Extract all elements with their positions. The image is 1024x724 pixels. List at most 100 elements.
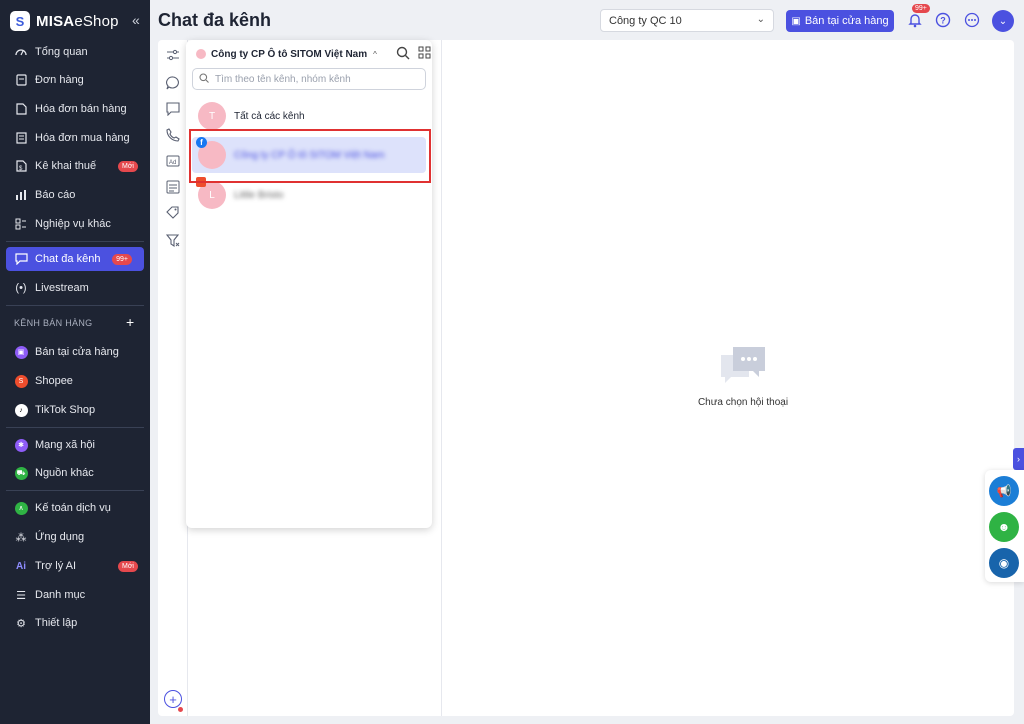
sidebar-item-label: Trợ lý AI bbox=[35, 560, 77, 572]
sidebar-item-label: Đơn hàng bbox=[35, 74, 84, 86]
sidebar-item-catalog[interactable]: ☰ Danh mục bbox=[6, 583, 144, 607]
svg-text:Ad: Ad bbox=[169, 160, 176, 166]
sell-in-store-button[interactable]: ▣ Bán tại cửa hàng bbox=[786, 10, 894, 32]
company-select[interactable]: Công ty QC 10 ⌄ bbox=[600, 9, 774, 32]
sidebar-item-tax[interactable]: $ Kê khai thuế Mới bbox=[6, 154, 144, 178]
floating-actions: 📢 ☻ ◉ bbox=[985, 470, 1024, 582]
new-badge: Mới bbox=[118, 560, 138, 572]
sidebar-divider bbox=[6, 490, 144, 491]
sidebar-item-label: Chat đa kênh bbox=[35, 253, 101, 265]
sidebar-item-other-tasks[interactable]: Nghiệp vụ khác bbox=[6, 212, 144, 236]
sidebar-item-purchase-invoice[interactable]: Hóa đơn mua hàng bbox=[6, 126, 144, 150]
company-select-value: Công ty QC 10 bbox=[609, 14, 682, 27]
cart-icon: ⛟ bbox=[14, 466, 28, 480]
sidebar-item-label: Danh mục bbox=[35, 589, 86, 601]
notification-dot bbox=[178, 707, 183, 712]
social-network-icon: ✱ bbox=[14, 438, 28, 452]
clear-filter-icon[interactable] bbox=[164, 232, 182, 250]
sidebar-item-sales-invoice[interactable]: Hóa đơn bán hàng bbox=[6, 97, 144, 121]
report-icon bbox=[14, 188, 28, 202]
store-icon: ▣ bbox=[791, 15, 801, 27]
phone-icon[interactable] bbox=[164, 126, 182, 144]
user-avatar[interactable]: ⌄ bbox=[992, 10, 1014, 32]
ad-icon[interactable]: Ad bbox=[164, 152, 182, 170]
brand-name: MISA bbox=[36, 12, 75, 30]
conversation-icon[interactable] bbox=[164, 74, 182, 92]
search-icon[interactable] bbox=[396, 46, 410, 65]
section-title-sales-channels: KÊNH BÁN HÀNG bbox=[14, 318, 93, 328]
sidebar-item-chat[interactable]: Chat đa kênh 99+ bbox=[6, 247, 144, 271]
sidebar-item-in-store[interactable]: ▣ Bán tại cửa hàng bbox=[6, 340, 144, 364]
sidebar-item-label: Mạng xã hội bbox=[35, 439, 95, 451]
grid-icon[interactable] bbox=[418, 46, 431, 64]
sidebar-item-apps[interactable]: ⁂ Ứng dụng bbox=[6, 525, 144, 549]
brand-suffix: eShop bbox=[74, 12, 119, 30]
chevron-down-icon: ⌄ bbox=[998, 15, 1008, 27]
sidebar-divider bbox=[6, 241, 144, 242]
tiktok-icon: ♪ bbox=[14, 403, 28, 417]
channel-group-selector[interactable]: Công ty CP Ô tô SITOM Việt Nam ^ bbox=[196, 46, 377, 62]
more-icon[interactable] bbox=[963, 11, 981, 29]
ai-robot-icon[interactable]: ◉ bbox=[989, 548, 1019, 578]
sidebar-item-shopee[interactable]: S Shopee bbox=[6, 369, 144, 393]
help-icon[interactable]: ? bbox=[934, 11, 952, 29]
sell-in-store-label: Bán tại cửa hàng bbox=[804, 15, 889, 27]
purchase-invoice-icon bbox=[14, 131, 28, 145]
sidebar-item-social[interactable]: ✱ Mạng xã hội bbox=[6, 433, 144, 457]
settings-icon: ⚙ bbox=[16, 617, 26, 630]
sidebar-item-label: Nghiệp vụ khác bbox=[35, 218, 111, 230]
misa-logo-icon: S bbox=[10, 11, 30, 31]
sidebar-item-label: Livestream bbox=[35, 282, 89, 294]
channel-dropdown-panel: Công ty CP Ô tô SITOM Việt Nam ^ T Tất c… bbox=[186, 40, 432, 528]
channel-row-label: Little Bristo bbox=[234, 189, 284, 201]
tasks-icon bbox=[14, 217, 28, 231]
sidebar-item-ai-assistant[interactable]: Ai Trợ lý AI Mới bbox=[6, 554, 144, 578]
filter-settings-icon[interactable] bbox=[164, 46, 182, 64]
support-bot-icon[interactable]: ☻ bbox=[989, 512, 1019, 542]
sidebar-item-tiktok[interactable]: ♪ TikTok Shop bbox=[6, 398, 144, 422]
notification-badge: 99+ bbox=[912, 4, 930, 13]
sidebar-item-other-sources[interactable]: ⛟ Nguồn khác bbox=[6, 461, 144, 485]
megaphone-icon[interactable]: 📢 bbox=[989, 476, 1019, 506]
expand-panel-icon[interactable]: › bbox=[1013, 448, 1024, 470]
sidebar-item-accounting[interactable]: ∧ Kế toán dịch vụ bbox=[6, 496, 144, 520]
empty-state-label: Chưa chọn hội thoại bbox=[697, 397, 789, 408]
shopee-icon: S bbox=[14, 374, 28, 388]
filter-toolbar: Ad + bbox=[158, 40, 188, 716]
add-circle-icon[interactable]: + bbox=[164, 690, 182, 708]
tag-icon[interactable] bbox=[164, 204, 182, 222]
company-avatar bbox=[196, 49, 206, 59]
channel-search-input[interactable] bbox=[215, 73, 415, 85]
brand-logo[interactable]: S MISAeShop bbox=[10, 10, 119, 32]
ai-icon: Ai bbox=[16, 560, 26, 572]
unread-badge: 99+ bbox=[112, 253, 132, 265]
sidebar-item-label: TikTok Shop bbox=[35, 404, 96, 416]
sidebar-item-overview[interactable]: Tổng quan bbox=[6, 40, 144, 64]
sidebar-item-orders[interactable]: Đơn hàng bbox=[6, 68, 144, 92]
sidebar-item-livestream[interactable]: (•) Livestream bbox=[6, 276, 144, 300]
sidebar-item-label: Tổng quan bbox=[35, 46, 88, 58]
empty-chat-icon bbox=[717, 345, 769, 389]
sidebar-item-settings[interactable]: ⚙ Thiết lập bbox=[6, 611, 144, 635]
accounting-icon: ∧ bbox=[14, 501, 28, 515]
sidebar-item-label: Hóa đơn bán hàng bbox=[35, 103, 127, 115]
livestream-icon: (•) bbox=[15, 282, 27, 294]
chat-icon bbox=[14, 252, 28, 266]
sidebar: S MISAeShop « Tổng quan Đơn hàng Hóa đơn… bbox=[0, 0, 150, 724]
store-icon: ▣ bbox=[14, 345, 28, 359]
channel-row-label: Tất cả các kênh bbox=[234, 110, 305, 122]
sidebar-item-label: Bán tại cửa hàng bbox=[35, 346, 119, 358]
gauge-icon bbox=[14, 45, 28, 59]
tax-icon: $ bbox=[14, 159, 28, 173]
sidebar-item-reports[interactable]: Báo cáo bbox=[6, 183, 144, 207]
page-title: Chat đa kênh bbox=[158, 10, 272, 30]
sidebar-divider bbox=[6, 427, 144, 428]
chevron-up-icon: ^ bbox=[373, 49, 377, 59]
sidebar-item-label: Nguồn khác bbox=[35, 467, 94, 479]
comment-icon[interactable] bbox=[164, 100, 182, 118]
list-icon[interactable] bbox=[164, 178, 182, 196]
add-channel-icon[interactable]: + bbox=[126, 314, 134, 330]
collapse-sidebar-icon[interactable]: « bbox=[132, 12, 140, 28]
bell-icon[interactable] bbox=[906, 11, 924, 29]
list-icon: ☰ bbox=[16, 589, 26, 602]
